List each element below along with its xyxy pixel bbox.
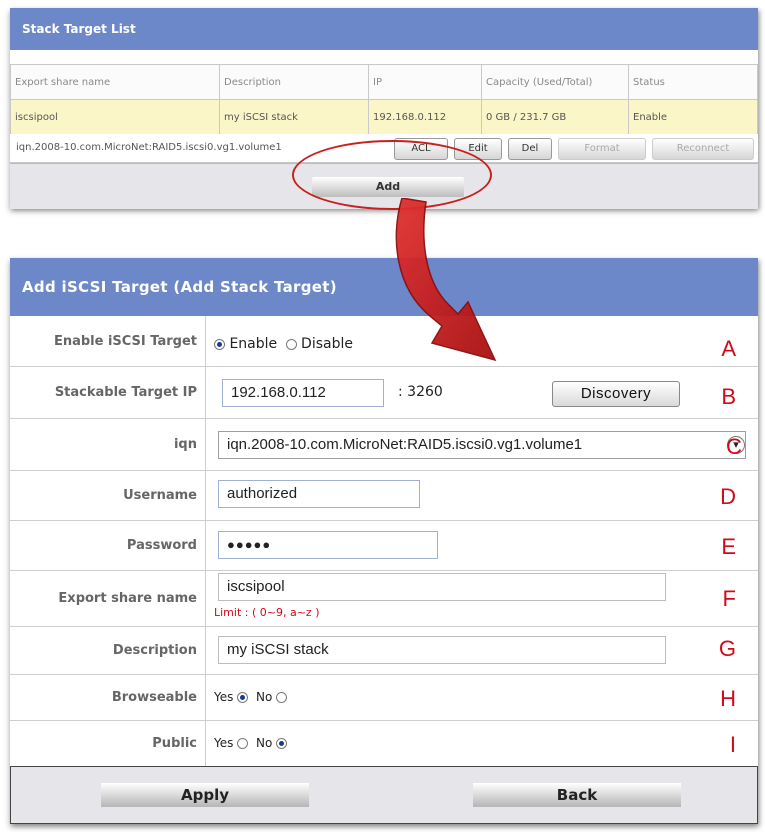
table-row[interactable]: iscsipool my iSCSI stack 192.168.0.112 0… [10, 99, 758, 135]
curved-arrow-graphic [395, 198, 497, 362]
cell-status: Enable [628, 99, 758, 135]
column-header-description: Description [219, 64, 369, 100]
callout-letter-d: D [720, 484, 736, 509]
public-radio-group: Yes No [214, 736, 288, 750]
export-share-name-input[interactable]: iscsipool [218, 573, 666, 601]
browseable-label: Browseable [10, 674, 206, 720]
browseable-radio-group: Yes No [214, 690, 288, 704]
public-yes-radio[interactable] [237, 738, 249, 749]
public-yes-label: Yes [214, 736, 234, 750]
iqn-select[interactable]: iqn.2008-10.com.MicroNet:RAID5.iscsi0.vg… [218, 431, 746, 459]
enable-radio-group: Enable Disable [214, 336, 353, 352]
row-iqn: iqn iqn.2008-10.com.MicroNet:RAID5.iscsi… [10, 418, 758, 471]
row-public: Public Yes No I [10, 720, 758, 766]
row-export-share-name: Export share name iscsipool Limit : ( 0~… [10, 570, 758, 627]
table-header-row: Export share name Description IP Capacit… [10, 64, 758, 100]
callout-letter-h: H [720, 686, 736, 711]
password-input[interactable]: ●●●●● [218, 531, 438, 559]
enable-radio[interactable] [214, 338, 225, 350]
description-label: Description [10, 626, 206, 674]
stack-target-table: Export share name Description IP Capacit… [10, 64, 758, 135]
callout-letter-c: C [726, 434, 742, 459]
callout-letter-b: B [721, 384, 736, 409]
cell-ip: 192.168.0.112 [368, 99, 482, 135]
row-password: Password ●●●●● E [10, 520, 758, 571]
cell-capacity: 0 GB / 231.7 GB [481, 99, 629, 135]
limit-note: Limit : ( 0~9, a~z ) [214, 606, 320, 619]
callout-letter-f: F [722, 586, 736, 611]
browseable-no-radio[interactable] [276, 692, 288, 703]
export-share-name-label: Export share name [10, 570, 206, 626]
iqn-selected-value: iqn.2008-10.com.MicroNet:RAID5.iscsi0.vg… [227, 436, 583, 453]
description-input[interactable]: my iSCSI stack [218, 636, 666, 664]
password-label: Password [10, 520, 206, 570]
enable-option-label: Enable [229, 336, 278, 352]
column-header-capacity: Capacity (Used/Total) [481, 64, 629, 100]
stackable-target-ip-label: Stackable Target IP [10, 366, 206, 418]
public-no-radio[interactable] [276, 738, 288, 749]
row-description: Description my iSCSI stack G [10, 626, 758, 675]
public-no-label: No [256, 736, 273, 750]
back-button[interactable]: Back [473, 783, 681, 807]
disable-option-label: Disable [301, 336, 353, 352]
reconnect-button[interactable]: Reconnect [652, 138, 754, 160]
cell-export-share-name: iscsipool [10, 99, 220, 135]
column-header-export-share-name: Export share name [10, 64, 220, 100]
format-button[interactable]: Format [558, 138, 646, 160]
callout-letter-e: E [721, 534, 736, 559]
callout-letter-a: A [721, 336, 736, 361]
discovery-button[interactable]: Discovery [552, 381, 680, 407]
row-browseable: Browseable Yes No H [10, 674, 758, 721]
cell-description: my iSCSI stack [219, 99, 369, 135]
enable-iscsi-target-label: Enable iSCSI Target [10, 316, 206, 366]
disable-radio[interactable] [285, 338, 297, 350]
column-header-ip: IP [368, 64, 482, 100]
row-username: Username authorized D [10, 470, 758, 521]
public-label: Public [10, 720, 206, 766]
stack-target-list-title: Stack Target List [10, 8, 758, 50]
username-label: Username [10, 470, 206, 520]
apply-button[interactable]: Apply [101, 783, 309, 807]
del-button[interactable]: Del [508, 138, 552, 160]
browseable-yes-label: Yes [214, 690, 234, 704]
username-input[interactable]: authorized [218, 480, 420, 508]
callout-letter-i: I [729, 732, 736, 757]
row-iqn: iqn.2008-10.com.MicroNet:RAID5.iscsi0.vg… [16, 142, 282, 153]
browseable-yes-radio[interactable] [237, 692, 249, 703]
iqn-label: iqn [10, 418, 206, 470]
form-footer: Apply Back [10, 766, 758, 824]
callout-letter-g: G [718, 636, 736, 661]
browseable-no-label: No [256, 690, 273, 704]
column-header-status: Status [628, 64, 758, 100]
